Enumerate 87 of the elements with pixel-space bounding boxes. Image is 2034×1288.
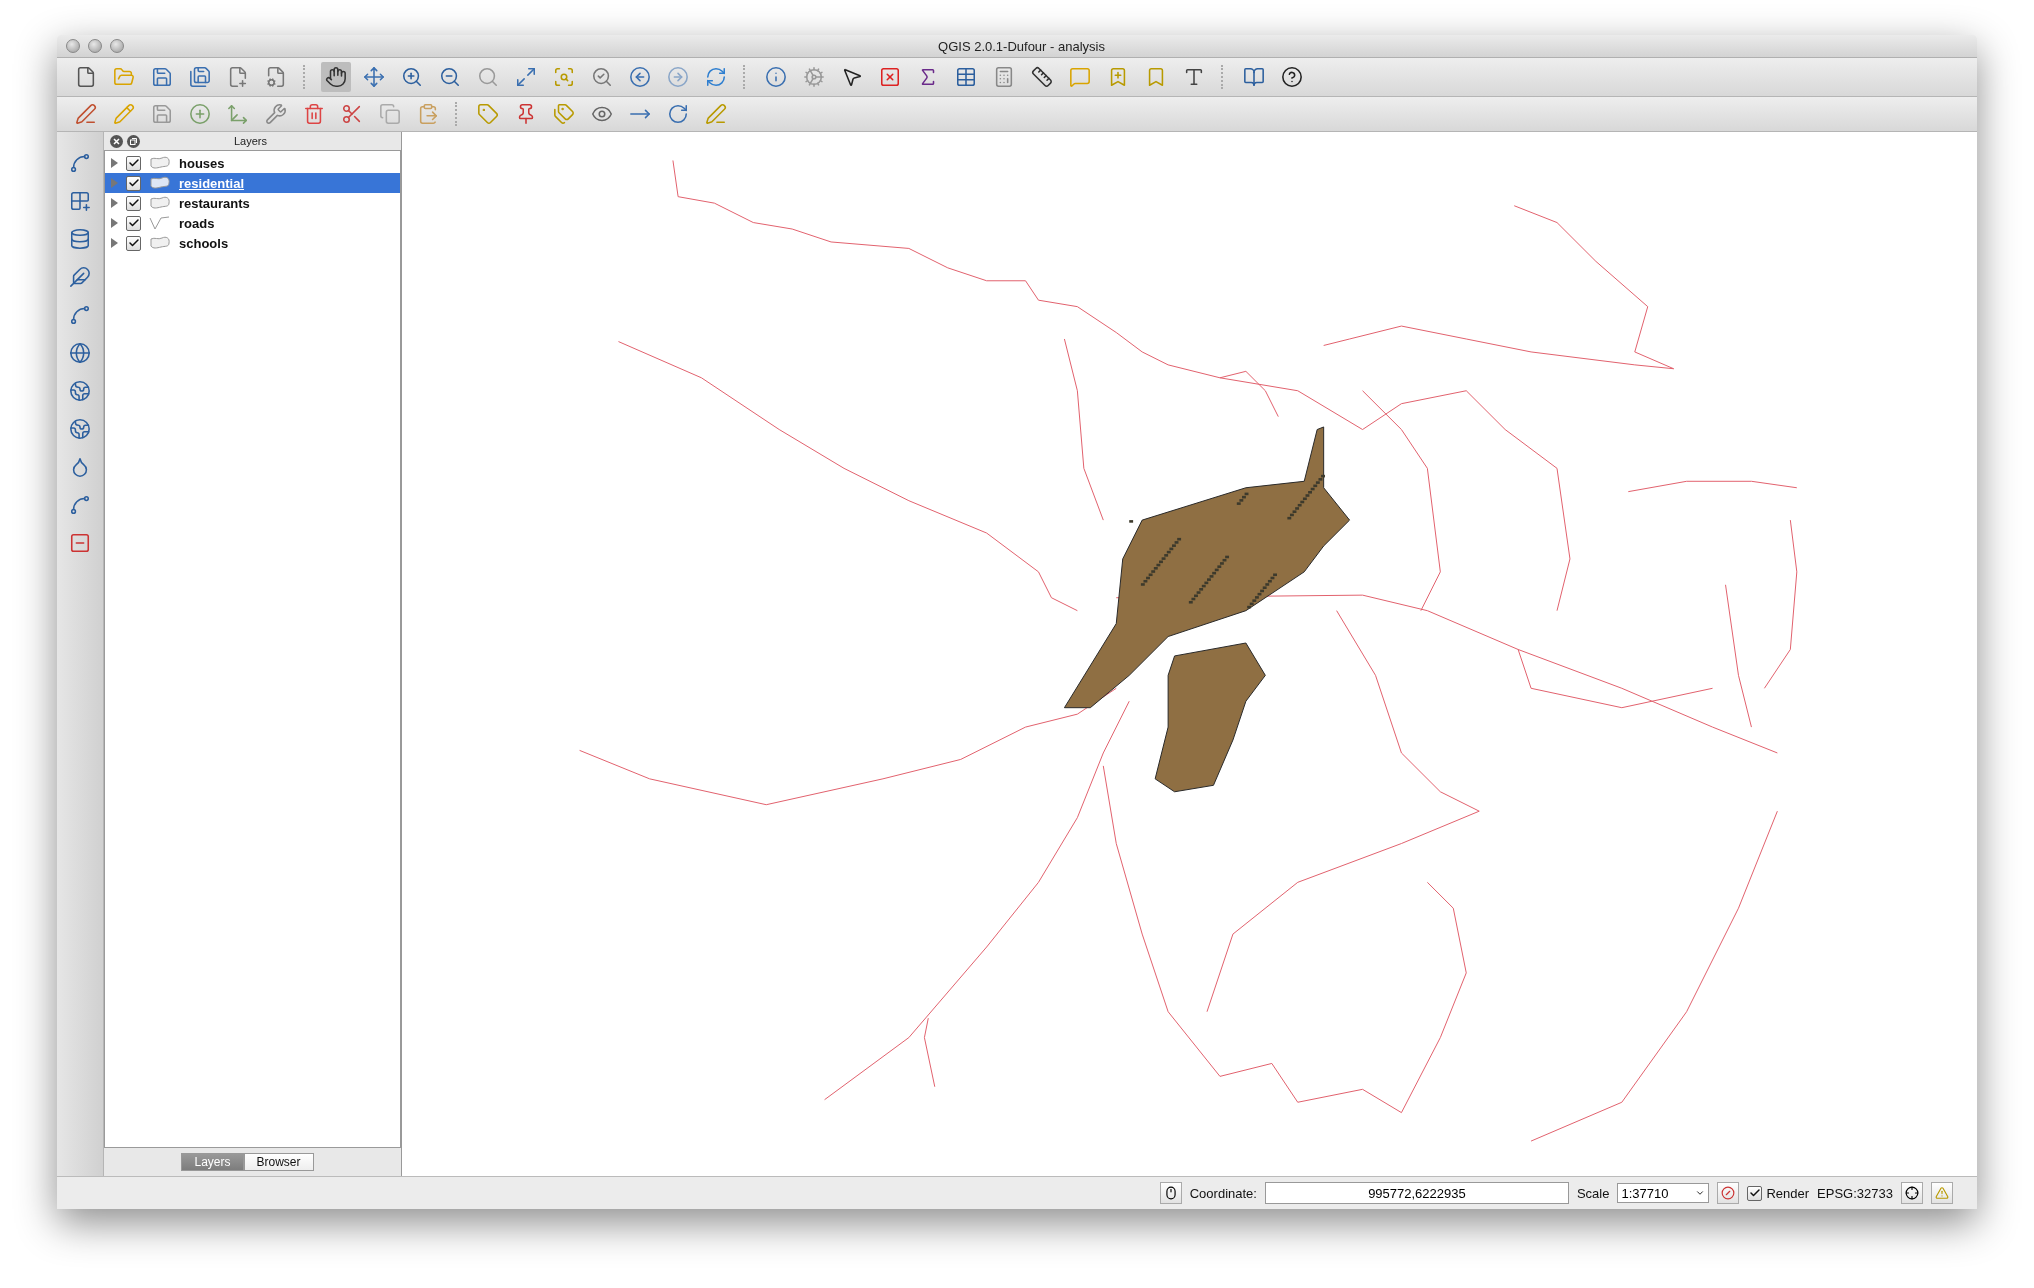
feather-icon (69, 266, 91, 288)
whats-this-icon (1281, 66, 1303, 88)
layer-row[interactable]: restaurants (105, 193, 400, 213)
line-layer-icon (149, 216, 171, 230)
paste-icon (417, 103, 439, 125)
layer-name: roads (179, 215, 215, 231)
add-database-icon (69, 228, 91, 250)
action-gear-icon (803, 66, 825, 88)
polygon-layer-icon (149, 156, 171, 170)
crosshair-globe-icon (1905, 1186, 1919, 1200)
scissors-icon (341, 103, 363, 125)
ruler-icon (1031, 66, 1053, 88)
rotate-label-icon (667, 103, 689, 125)
scale-label: Scale (1576, 1185, 1610, 1201)
float-panel-button[interactable] (127, 134, 140, 148)
toggle-editing-icon (75, 103, 97, 125)
identify-icon (765, 66, 787, 88)
render-checkbox[interactable] (1747, 1185, 1763, 1201)
highlight-labels-icon (553, 103, 575, 125)
layer-name: houses (179, 155, 225, 171)
panel-tab[interactable]: Layers (181, 1153, 244, 1171)
no-sign-icon (1721, 1186, 1736, 1200)
close-window-button[interactable] (66, 39, 80, 53)
copy-icon (379, 103, 401, 125)
save-as-icon (189, 66, 211, 88)
stop-render-button[interactable] (1717, 1182, 1740, 1204)
deselect-icon (879, 66, 901, 88)
help-book-icon (1243, 66, 1265, 88)
crs-label: EPSG:32733 (1817, 1185, 1893, 1201)
messages-button[interactable] (1931, 1182, 1953, 1204)
close-icon (113, 137, 120, 145)
refresh-icon (705, 66, 727, 88)
attribute-table-icon (955, 66, 977, 88)
windows-icon (130, 137, 137, 145)
layer-name: residential (179, 175, 245, 191)
remove-layer-icon (69, 532, 91, 554)
field-calculator-icon (993, 66, 1015, 88)
zoom-selection-icon (553, 66, 575, 88)
new-file-icon (75, 66, 97, 88)
zoom-in-icon (401, 66, 423, 88)
save-edits-icon (151, 103, 173, 125)
layer-row[interactable]: schools (105, 233, 400, 253)
polygon-layer-icon (149, 176, 171, 190)
layer-checkbox[interactable] (126, 195, 141, 211)
window-title: QGIS 2.0.1-Dufour - analysis (937, 38, 1106, 54)
layer-checkbox[interactable] (126, 215, 141, 231)
layer-checkbox[interactable] (126, 155, 141, 171)
pan-hand-button[interactable] (321, 62, 351, 92)
mouse-toggle-button[interactable] (1159, 1182, 1182, 1204)
new-page-icon (227, 66, 249, 88)
close-panel-button[interactable] (110, 134, 123, 148)
panel-tab[interactable]: Browser (243, 1153, 314, 1171)
pan-arrows-icon (363, 66, 385, 88)
minimize-window-button[interactable] (88, 39, 102, 53)
folder-icon (113, 66, 135, 88)
layer-row[interactable]: residential (105, 173, 400, 193)
warning-icon (1935, 1186, 1949, 1200)
speech-bubble-icon (1069, 66, 1091, 88)
crs-button[interactable] (1901, 1182, 1923, 1204)
chevron-down-icon (1695, 1188, 1706, 1198)
layer-name: schools (179, 235, 229, 251)
pan-hand-icon (325, 66, 347, 88)
pencil-icon (113, 103, 135, 125)
polygon-layer-icon (149, 236, 171, 250)
coordinate-field[interactable]: 995772,6222935 (1264, 1182, 1569, 1204)
add-raster-icon (69, 190, 91, 212)
delete-selected-icon (303, 103, 325, 125)
zoom-next-icon (667, 66, 689, 88)
mouse-icon (1163, 1186, 1178, 1200)
render-label: Render (1766, 1185, 1810, 1201)
polygon-layer-icon (149, 196, 171, 210)
panel-title: Layers (233, 135, 268, 147)
layer-name: restaurants (179, 195, 250, 211)
select-pointer-icon (841, 66, 863, 88)
layer-row[interactable]: roads (105, 213, 400, 233)
maximize-window-button[interactable] (110, 39, 124, 53)
label-icon (477, 103, 499, 125)
change-label-icon (705, 103, 727, 125)
zoom-out-icon (439, 66, 461, 88)
coordinate-label: Coordinate: (1189, 1185, 1257, 1201)
layer-checkbox[interactable] (126, 175, 141, 191)
layer-checkbox[interactable] (126, 235, 141, 251)
add-feature-icon (189, 103, 211, 125)
zoom-full-icon (515, 66, 537, 88)
scale-dropdown[interactable]: 1:37710 (1617, 1183, 1710, 1203)
text-annotation-icon (1183, 66, 1205, 88)
zoom-last-icon (629, 66, 651, 88)
